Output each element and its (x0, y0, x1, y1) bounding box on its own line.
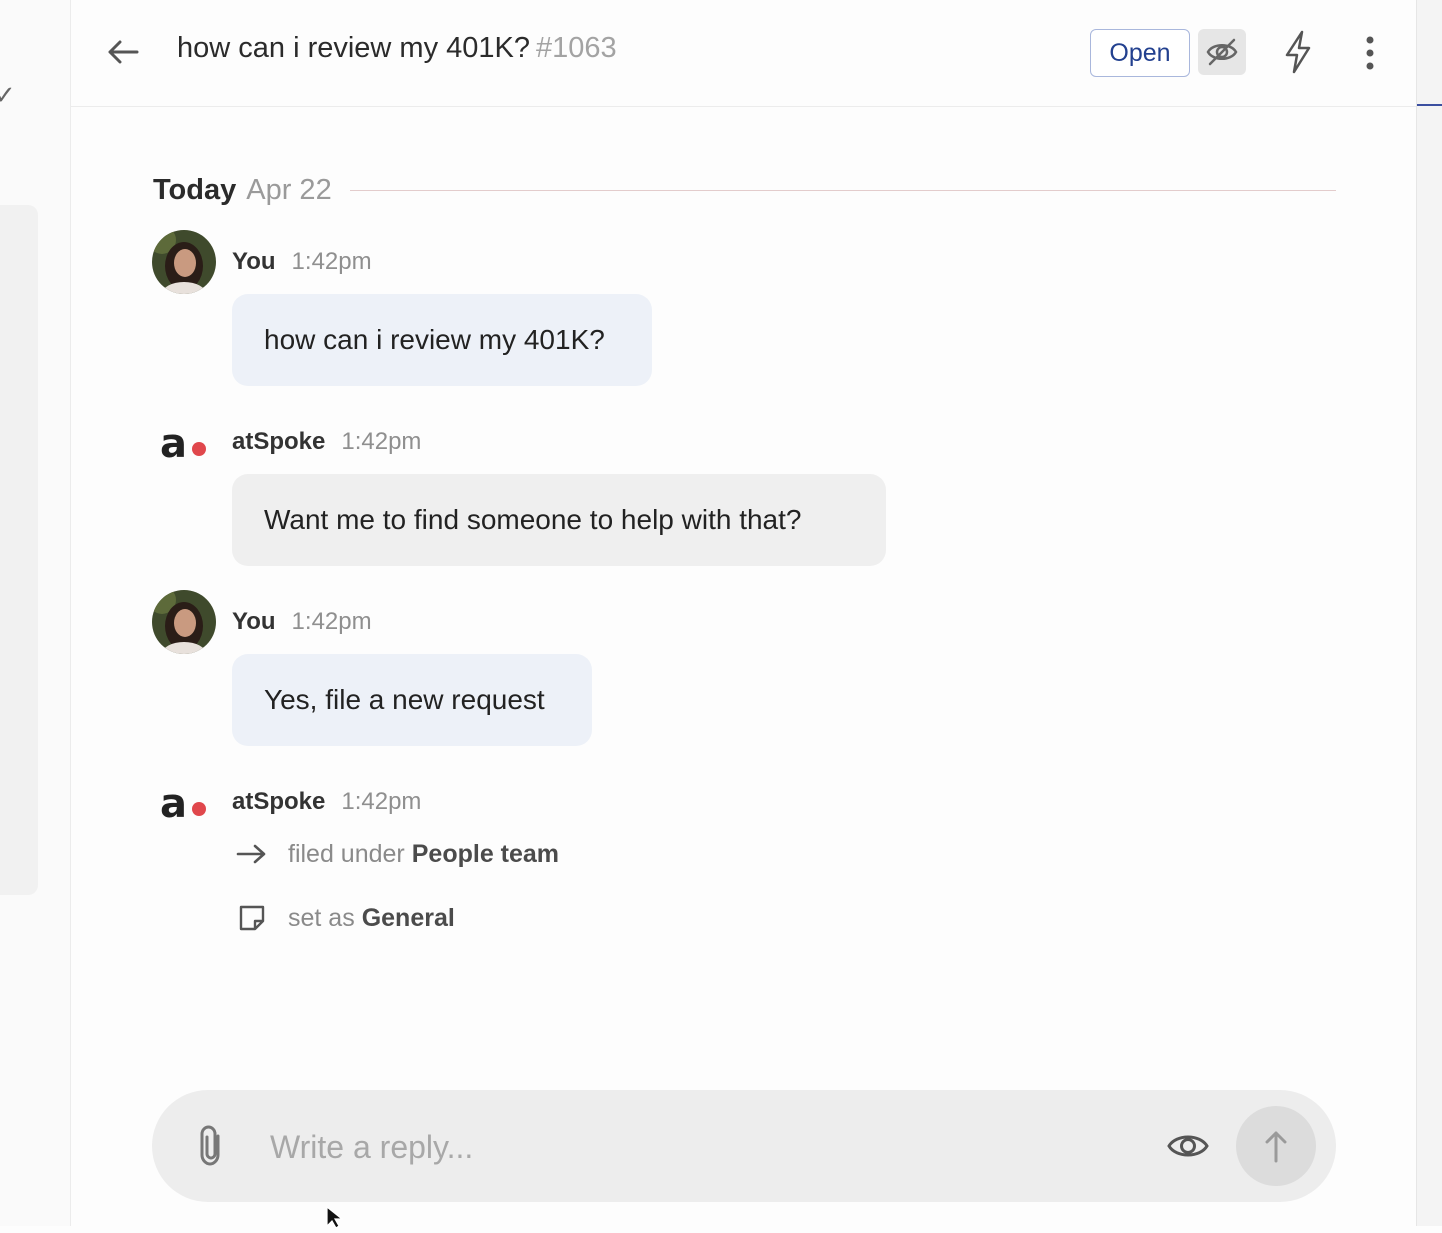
date-separator: Today Apr 22 (153, 170, 1336, 210)
title-text: how can i review my 401K? (177, 32, 530, 64)
svg-text:a: a (160, 783, 187, 823)
reply-input[interactable] (268, 1118, 1152, 1176)
author-name: atSpoke (232, 788, 326, 815)
svg-text:a: a (160, 423, 187, 463)
status-open-button[interactable]: Open (1090, 29, 1190, 77)
message-time: 1:42pm (341, 428, 422, 455)
right-panel (1416, 0, 1442, 1226)
message-time: 1:42pm (291, 248, 372, 275)
event-set-as: set as General (236, 900, 455, 936)
event-prefix: set as (288, 903, 355, 932)
message-header: You 1:42pm (232, 608, 372, 636)
page-title: how can i review my 401K? #1063 (177, 32, 617, 65)
automation-button[interactable] (1277, 28, 1319, 76)
eye-off-icon (1206, 38, 1238, 66)
message-bubble: Want me to find someone to help with tha… (232, 474, 886, 566)
event-value: People team (411, 839, 560, 868)
avatar (152, 230, 216, 294)
atspoke-logo: a (158, 781, 214, 827)
message-bubble: how can i review my 401K? (232, 294, 652, 386)
message-header: atSpoke 1:42pm (232, 788, 421, 816)
left-card (0, 205, 38, 895)
eye-icon[interactable] (1166, 1126, 1210, 1166)
hide-button[interactable] (1198, 29, 1246, 75)
message-time: 1:42pm (291, 608, 372, 635)
paperclip-icon[interactable] (194, 1124, 230, 1168)
event-filed-under: filed under People team (236, 836, 559, 872)
author-name: You (232, 248, 276, 275)
reply-composer (152, 1090, 1336, 1202)
right-panel-accent (1417, 104, 1442, 106)
arrow-left-icon[interactable] (105, 34, 141, 70)
date-today: Today (153, 173, 237, 206)
send-button[interactable] (1236, 1106, 1316, 1186)
ticket-number: #1063 (536, 32, 617, 64)
date-divider (349, 189, 1336, 191)
event-value: General (361, 903, 455, 932)
date-value: Apr 22 (246, 173, 332, 206)
event-prefix: filed under (288, 839, 405, 868)
message-time: 1:42pm (341, 788, 422, 815)
left-panel: ✓ (0, 0, 71, 1226)
atspoke-logo: a (158, 421, 214, 467)
arrow-up-icon (1265, 1131, 1287, 1163)
message-header: atSpoke 1:42pm (232, 428, 421, 456)
conversation-header: how can i review my 401K? #1063 Open (71, 0, 1416, 107)
message-header: You 1:42pm (232, 248, 372, 276)
note-icon (236, 902, 268, 934)
author-name: atSpoke (232, 428, 326, 455)
mouse-cursor-icon (326, 1205, 346, 1229)
author-name: You (232, 608, 276, 635)
message-bubble: Yes, file a new request (232, 654, 592, 746)
check-icon: ✓ (0, 80, 16, 110)
more-button[interactable] (1351, 30, 1389, 76)
avatar (152, 590, 216, 654)
lightning-icon (1285, 30, 1311, 74)
arrow-right-icon (236, 838, 268, 870)
kebab-menu-icon (1366, 36, 1374, 70)
